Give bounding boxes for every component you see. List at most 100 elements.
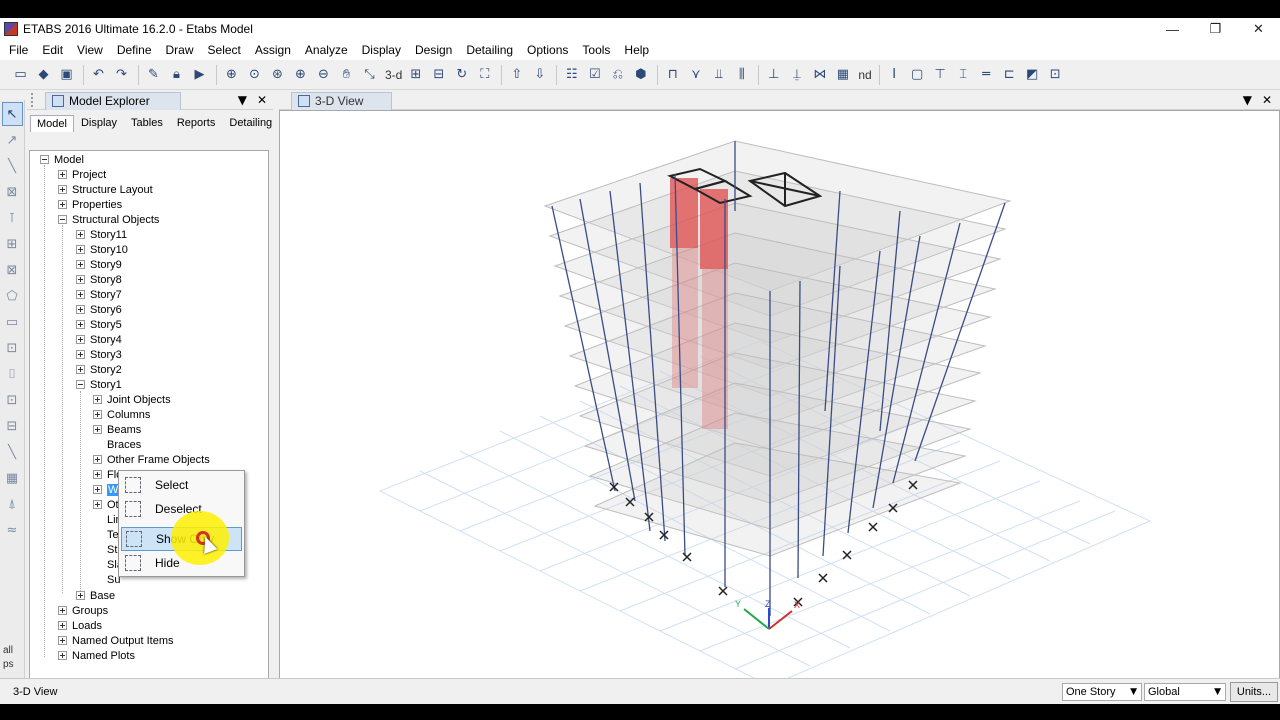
expand-icon[interactable] — [58, 651, 67, 660]
3d-model-canvas[interactable]: Z Y X — [279, 110, 1280, 696]
i-section-icon[interactable]: Ⅰ — [884, 64, 905, 86]
lock-icon[interactable]: 🔒︎ — [166, 64, 187, 86]
new-model-icon[interactable]: ▭ — [10, 64, 31, 86]
menu-display[interactable]: Display — [355, 40, 408, 60]
assign-restraint-icon[interactable]: ⍊ — [786, 64, 807, 86]
column-section-icon[interactable]: ⌶ — [953, 64, 974, 86]
tab-tables[interactable]: Tables — [124, 114, 170, 132]
draw-brace-v-icon[interactable]: ⊠ — [2, 258, 23, 282]
select-all-icon[interactable]: ☑ — [584, 64, 605, 86]
tree-item-story9[interactable]: Story9 — [76, 257, 122, 272]
expand-icon[interactable] — [58, 621, 67, 630]
expand-icon[interactable] — [76, 320, 85, 329]
tree-item-beams[interactable]: Beams — [93, 422, 141, 437]
panel-pin-icon[interactable]: ▼ — [238, 93, 247, 107]
tree-item-other-frame-objects[interactable]: Other Frame Objects — [93, 452, 210, 467]
expand-icon[interactable] — [76, 230, 85, 239]
expand-icon[interactable] — [93, 470, 102, 479]
menu-assign[interactable]: Assign — [248, 40, 298, 60]
draw-column-v-icon[interactable]: ⊺ — [2, 206, 23, 230]
reshape-icon[interactable]: ↗ — [2, 128, 23, 152]
expand-icon[interactable] — [93, 395, 102, 404]
tree-item-groups[interactable]: Groups — [58, 603, 108, 618]
object-shrink-icon[interactable]: ⬢ — [630, 64, 651, 86]
move-down-icon[interactable]: ⇩ — [529, 64, 550, 86]
pan-icon[interactable]: ✋︎ — [336, 64, 357, 86]
menu-help[interactable]: Help — [617, 40, 656, 60]
expand-icon[interactable] — [76, 260, 85, 269]
quick-draw-floor-icon[interactable]: ⊡ — [2, 336, 23, 360]
tree-item-named-plots[interactable]: Named Plots — [58, 648, 135, 663]
tab-3d-view[interactable]: 3-D View — [291, 91, 393, 110]
menu-file[interactable]: File — [2, 40, 35, 60]
tree-item-columns[interactable]: Columns — [93, 407, 150, 422]
close-button[interactable]: ✕ — [1237, 18, 1280, 40]
tree-item-strips[interactable]: St — [93, 542, 117, 557]
zoom-previous-icon[interactable]: ⊛ — [267, 64, 288, 86]
tree-item-tendons[interactable]: Te — [93, 527, 119, 542]
menu-tools[interactable]: Tools — [575, 40, 617, 60]
tree-item-story7[interactable]: Story7 — [76, 287, 122, 302]
tab-detailing[interactable]: Detailing — [222, 114, 279, 132]
tree-item-joint-objects[interactable]: Joint Objects — [93, 392, 171, 407]
expand-icon[interactable] — [76, 350, 85, 359]
tree-item-named-output[interactable]: Named Output Items — [58, 633, 174, 648]
ps-select-label[interactable]: ps — [3, 658, 14, 672]
expand-icon[interactable] — [76, 290, 85, 299]
draw-support-icon[interactable]: ⍋ — [2, 492, 23, 516]
panel-close-icon[interactable]: ✕ — [257, 93, 267, 107]
zoom-extents-icon[interactable]: ⊙ — [244, 64, 265, 86]
expand-icon[interactable] — [58, 170, 67, 179]
expand-icon[interactable] — [93, 425, 102, 434]
tab-reports[interactable]: Reports — [170, 114, 223, 132]
draw-floor-icon[interactable]: ⬠ — [2, 284, 23, 308]
pencil-icon[interactable]: ✎ — [143, 64, 164, 86]
tree-item-story6[interactable]: Story6 — [76, 302, 122, 317]
shell-section-icon[interactable]: ▢ — [907, 64, 928, 86]
tab-model[interactable]: Model — [30, 115, 74, 132]
redo-icon[interactable]: ↷ — [111, 64, 132, 86]
expand-icon[interactable] — [93, 485, 102, 494]
get-previous-selection-icon[interactable]: ⎌ — [607, 64, 628, 86]
expand-icon[interactable] — [93, 500, 102, 509]
assign-diaphragm-icon[interactable]: ⋈ — [809, 64, 830, 86]
draw-line-icon[interactable]: ⊠ — [2, 180, 23, 204]
view-close-icon[interactable]: ✕ — [1262, 93, 1272, 107]
grid-icon[interactable]: ▦ — [832, 64, 853, 86]
tree-item-base[interactable]: Base — [76, 588, 115, 603]
t-section-icon[interactable]: ⊤ — [930, 64, 951, 86]
menu-draw[interactable]: Draw — [159, 40, 201, 60]
quick-wall-icon[interactable]: ⊡ — [2, 388, 23, 412]
tree-item-story1[interactable]: Story1 — [76, 377, 122, 392]
menu-view[interactable]: View — [70, 40, 110, 60]
perspective-toggle-icon[interactable]: ⛶ — [474, 64, 495, 86]
menu-options[interactable]: Options — [520, 40, 575, 60]
draw-link-icon[interactable]: ╲ — [2, 440, 23, 464]
tree-item-supports[interactable]: Su — [93, 572, 120, 587]
menu-design[interactable]: Design — [408, 40, 459, 60]
color-icon[interactable]: ◩ — [1022, 64, 1043, 86]
menu-detailing[interactable]: Detailing — [459, 40, 520, 60]
save-icon[interactable]: ▣ — [56, 64, 77, 86]
expand-icon[interactable] — [76, 591, 85, 600]
collapse-icon[interactable] — [58, 215, 67, 224]
open-icon[interactable]: ◆ — [33, 64, 54, 86]
collapse-icon[interactable] — [76, 380, 85, 389]
draw-grid-icon[interactable]: ▦ — [2, 466, 23, 490]
draw-wall-v-icon[interactable]: ⌷ — [2, 362, 23, 386]
draw-beam-v-icon[interactable]: ⊞ — [2, 232, 23, 256]
zoom-in-icon[interactable]: ⊕ — [290, 64, 311, 86]
undo-icon[interactable]: ↶ — [88, 64, 109, 86]
expand-icon[interactable] — [58, 185, 67, 194]
draw-rect-floor-icon[interactable]: ▭ — [2, 310, 23, 334]
select-pointer-icon[interactable]: ↖ — [1, 102, 23, 126]
draw-wall-icon[interactable]: ⫼ — [731, 64, 752, 86]
expand-icon[interactable] — [93, 410, 102, 419]
move-up-icon[interactable]: ⇧ — [506, 64, 527, 86]
expand-icon[interactable] — [58, 606, 67, 615]
expand-icon[interactable] — [76, 305, 85, 314]
tree-item-story8[interactable]: Story8 — [76, 272, 122, 287]
expand-icon[interactable] — [76, 245, 85, 254]
ctx-select[interactable]: Select — [121, 473, 242, 497]
minimize-button[interactable]: — — [1151, 18, 1194, 40]
